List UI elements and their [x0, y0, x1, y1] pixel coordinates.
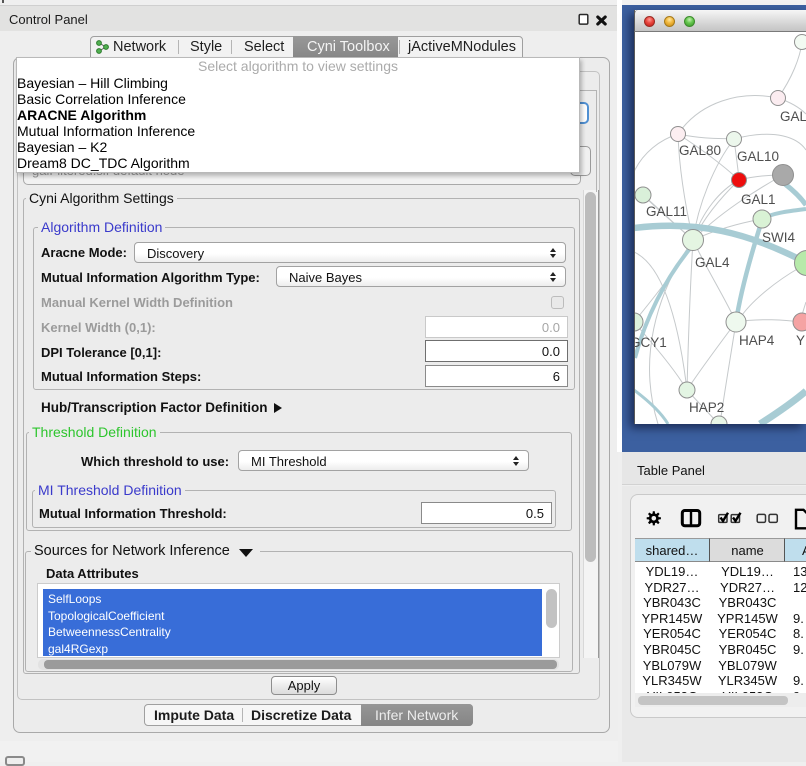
svg-text:GAL: GAL — [780, 109, 806, 124]
svg-text:GAL1: GAL1 — [741, 192, 776, 207]
svg-text:GAL80: GAL80 — [679, 143, 721, 158]
svg-text:HAP4: HAP4 — [739, 333, 775, 348]
svg-text:GAL10: GAL10 — [737, 149, 779, 164]
svg-text:GCY1: GCY1 — [635, 335, 667, 350]
svg-text:HAP2: HAP2 — [689, 400, 724, 415]
svg-text:SWI4: SWI4 — [762, 230, 795, 245]
svg-text:GAL11: GAL11 — [646, 204, 687, 219]
svg-text:GAL4: GAL4 — [695, 255, 730, 270]
svg-text:Y: Y — [796, 333, 805, 348]
